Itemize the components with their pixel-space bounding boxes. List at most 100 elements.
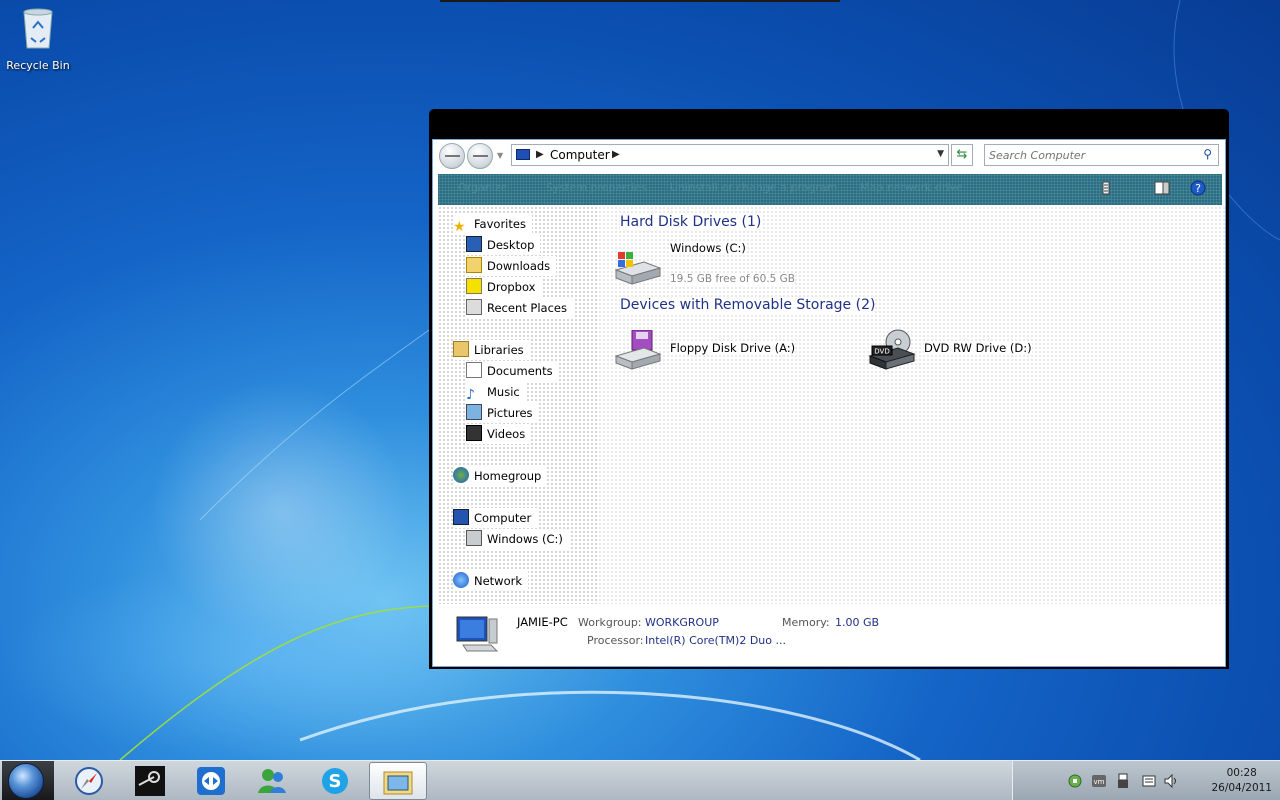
breadcrumb-computer[interactable]: Computer	[550, 148, 610, 162]
volume-icon[interactable]	[1163, 773, 1179, 789]
nav-documents[interactable]: Documents	[466, 361, 559, 381]
drive-name: Windows (C:)	[670, 241, 746, 255]
dropbox-icon	[466, 278, 482, 294]
nav-dropbox[interactable]: Dropbox	[466, 277, 542, 297]
address-row: ▼ ▶ Computer ▶ ▼ ⇆ ⚲	[433, 140, 1225, 172]
forward-button[interactable]	[467, 143, 493, 169]
back-button[interactable]	[439, 143, 465, 169]
network-icon	[453, 572, 469, 588]
taskbar-skype[interactable]: S	[306, 762, 364, 800]
nav-label: Favorites	[474, 217, 526, 231]
action-center-icon[interactable]	[1141, 773, 1157, 789]
usb-icon[interactable]	[1115, 773, 1131, 789]
nav-label: Libraries	[474, 343, 524, 357]
help-icon[interactable]: ?	[1190, 180, 1206, 196]
music-icon: ♪	[466, 387, 475, 403]
workgroup-value: WORKGROUP	[645, 616, 719, 629]
svg-text:vm: vm	[1094, 778, 1105, 786]
explorer-body: ▼ ▶ Computer ▶ ▼ ⇆ ⚲ Organize System pro…	[432, 139, 1226, 667]
memory-label: Memory:	[782, 616, 830, 629]
nav-videos[interactable]: Videos	[466, 424, 532, 444]
map-network-drive-button[interactable]: Map network drive	[860, 181, 963, 194]
nav-label: Pictures	[487, 406, 533, 420]
nav-music[interactable]: ♪ Music	[466, 382, 526, 403]
nav-network[interactable]: Network	[453, 571, 529, 591]
recycle-bin-label: Recycle Bin	[6, 59, 70, 72]
vmware-icon[interactable]: vm	[1091, 773, 1107, 789]
windows-orb-icon	[8, 763, 44, 799]
nav-windows-c[interactable]: Windows (C:)	[466, 529, 569, 549]
taskbar-explorer[interactable]	[369, 762, 427, 800]
recycle-bin-icon	[23, 8, 53, 49]
hard-drive-icon	[466, 530, 482, 546]
memory-value: 1.00 GB	[835, 616, 880, 629]
refresh-button[interactable]: ⇆	[951, 144, 973, 166]
nav-computer[interactable]: Computer	[453, 508, 538, 528]
address-dropdown-icon[interactable]: ▼	[937, 149, 944, 159]
nav-label: Dropbox	[487, 280, 536, 294]
pictures-icon	[466, 404, 482, 420]
search-input[interactable]	[989, 146, 1189, 164]
nav-label: Recent Places	[487, 301, 567, 315]
workgroup-label: Workgroup:	[578, 616, 642, 629]
messenger-icon	[258, 769, 286, 793]
nav-favorites[interactable]: ★ Favorites	[453, 214, 532, 235]
steam-icon	[135, 766, 165, 796]
nav-homegroup[interactable]: Homegroup	[453, 466, 548, 486]
computer-icon	[516, 149, 530, 160]
dvd-badge-label: DVD	[874, 348, 889, 356]
svg-text:S: S	[329, 771, 342, 792]
explorer-window[interactable]: ▼ ▶ Computer ▶ ▼ ⇆ ⚲ Organize System pro…	[429, 109, 1229, 669]
nav-label: Homegroup	[474, 469, 542, 483]
taskbar-messenger[interactable]	[243, 762, 301, 800]
libraries-icon	[453, 341, 469, 357]
clock-time: 00:28	[1226, 767, 1257, 779]
group-header-hard-disks[interactable]: Hard Disk Drives (1)	[620, 214, 762, 230]
taskbar: S vm 00:28 26/04/2011	[0, 760, 1280, 800]
system-properties-button[interactable]: System properties	[546, 181, 647, 194]
nav-label: Music	[487, 385, 520, 399]
breadcrumb-arrow-icon[interactable]: ▶	[612, 149, 620, 160]
star-icon: ★	[453, 219, 466, 235]
navigation-pane: ★ Favorites Desktop Downloads Dropbox Rec…	[438, 206, 598, 604]
search-box[interactable]: ⚲	[984, 144, 1219, 166]
start-button[interactable]	[2, 761, 54, 800]
safari-icon	[75, 767, 103, 795]
explorer-icon	[383, 771, 413, 795]
nav-label: Network	[474, 574, 523, 588]
skype-icon: S	[322, 768, 348, 794]
nav-downloads[interactable]: Downloads	[466, 256, 557, 276]
hard-drive-icon	[614, 252, 662, 285]
uninstall-program-button[interactable]: Uninstall or change a program	[670, 181, 837, 194]
nav-label: Desktop	[487, 238, 535, 252]
address-bar[interactable]: ▶ Computer ▶ ▼	[511, 144, 949, 166]
taskbar-teamviewer[interactable]	[182, 762, 240, 800]
view-options-icon[interactable]	[1098, 180, 1114, 196]
nav-desktop[interactable]: Desktop	[466, 235, 541, 255]
clock-date: 26/04/2011	[1211, 782, 1272, 794]
drive-name: DVD RW Drive (D:)	[924, 341, 1032, 355]
nav-recent-places[interactable]: Recent Places	[466, 298, 573, 318]
computer-icon	[456, 616, 499, 652]
network-icon[interactable]	[1067, 773, 1083, 789]
nav-label: Windows (C:)	[487, 532, 563, 546]
search-icon[interactable]: ⚲	[1203, 147, 1212, 161]
documents-icon	[466, 362, 482, 378]
taskbar-steam[interactable]	[121, 762, 179, 800]
clock[interactable]: 00:28 26/04/2011	[1211, 766, 1272, 796]
videos-icon	[466, 425, 482, 441]
nav-pictures[interactable]: Pictures	[466, 403, 539, 423]
computer-name: JAMIE-PC	[517, 615, 568, 629]
nav-libraries[interactable]: Libraries	[453, 340, 530, 360]
breadcrumb-arrow-icon[interactable]: ▶	[536, 149, 544, 160]
recent-pages-dropdown[interactable]: ▼	[497, 151, 503, 160]
organize-button[interactable]: Organize	[458, 181, 507, 194]
taskbar-safari[interactable]	[60, 762, 118, 800]
svg-text:?: ?	[1195, 182, 1201, 195]
preview-pane-icon[interactable]	[1154, 180, 1170, 196]
content-pane: Hard Disk Drives (1) Windows (C:) 19.5 G…	[598, 206, 1225, 604]
nav-label: Videos	[487, 427, 526, 441]
recycle-bin-shortcut[interactable]: Recycle Bin	[4, 4, 72, 72]
group-header-removable[interactable]: Devices with Removable Storage (2)	[620, 297, 876, 313]
homegroup-icon	[453, 467, 469, 483]
